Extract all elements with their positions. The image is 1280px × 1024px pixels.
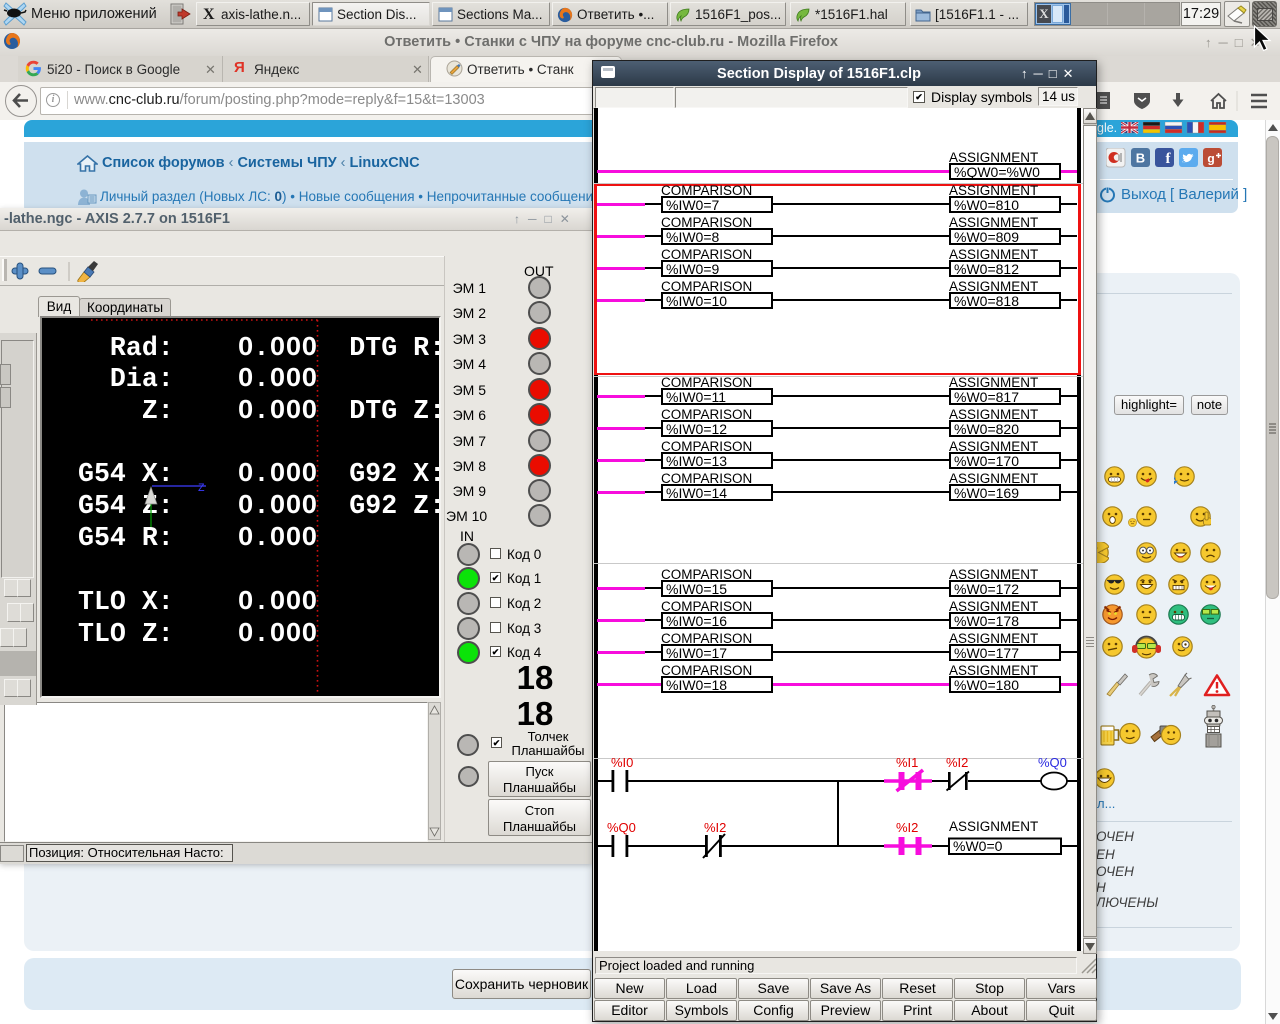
svg-text:%Q0: %Q0 <box>607 820 636 835</box>
svg-text:g: g <box>1207 152 1214 166</box>
svg-text:Z: Z <box>198 483 205 495</box>
svg-text:%Q0: %Q0 <box>1038 755 1067 770</box>
svg-text:%I1: %I1 <box>896 755 918 770</box>
svg-text:%I2: %I2 <box>946 755 968 770</box>
svg-text:%W0=0: %W0=0 <box>953 838 1003 854</box>
svg-text:%I0: %I0 <box>611 755 633 770</box>
svg-text:B: B <box>1136 151 1145 166</box>
svg-text:%I2: %I2 <box>896 820 918 835</box>
svg-text:%I2: %I2 <box>704 820 726 835</box>
svg-text:ASSIGNMENT: ASSIGNMENT <box>949 819 1038 834</box>
